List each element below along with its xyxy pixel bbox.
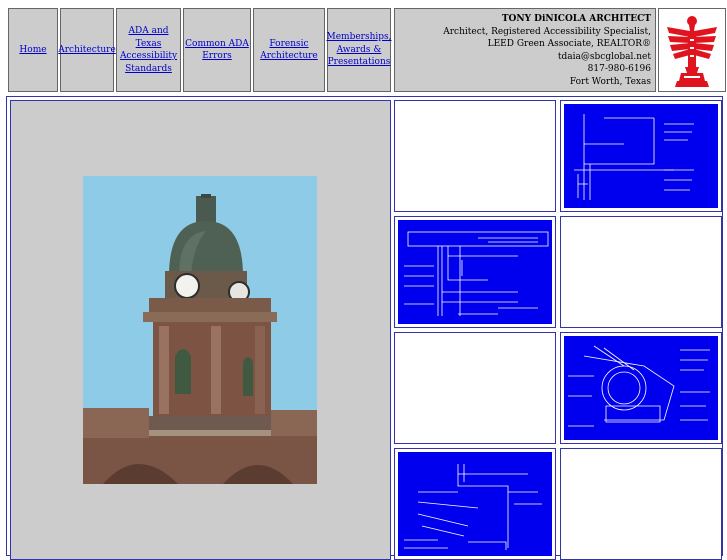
nav-cell-errors: Common ADA Errors (183, 8, 251, 92)
nav-memberships-line2: Awards & (336, 44, 382, 55)
nav-forensic-line2: Architecture (260, 51, 318, 61)
nav-link-home[interactable]: Home (19, 44, 46, 57)
nav-link-common-ada-errors[interactable]: Common ADA Errors (185, 38, 249, 63)
nav-link-forensic-architecture[interactable]: Forensic Architecture (260, 38, 318, 63)
nav-memberships-line1: Memberships, (326, 32, 392, 43)
architectural-drawing-2[interactable] (398, 220, 552, 324)
grid-cell-empty-2 (560, 216, 722, 328)
nav-forensic-line1: Forensic (269, 38, 309, 49)
grid-cell-empty-4 (560, 448, 722, 560)
nav-cell-architecture: Architecture (58, 8, 116, 92)
grid-cell-drawing-1 (560, 100, 722, 212)
aia-eagle-logo-icon (667, 16, 717, 87)
nav-cell-forensic: Forensic Architecture (253, 8, 325, 92)
nav-ada-line3: Accessibility (119, 51, 178, 61)
credentials-line1: Architect, Registered Accessibility Spec… (443, 26, 651, 37)
contact-location: Fort Worth, Texas (569, 76, 651, 87)
contact-phone: 817-980-6196 (587, 64, 651, 74)
nav-link-architecture[interactable]: Architecture (58, 44, 116, 57)
nav-ada-line1: ADA and (128, 26, 169, 36)
nav-cell-ada: ADA and Texas Accessibility Standards (116, 8, 181, 92)
grid-cell-drawing-4 (394, 448, 556, 560)
nav-ada-line2: Texas (135, 38, 162, 49)
grid-cell-drawing-2 (394, 216, 556, 328)
logo-cell (658, 8, 726, 92)
courthouse-tower-photo (83, 176, 317, 484)
contact-email: tdaia@sbcglobal.net (557, 51, 651, 62)
architectural-drawing-1[interactable] (564, 104, 718, 208)
nav-errors-line2: Errors (202, 51, 232, 61)
nav-link-memberships[interactable]: Memberships, Awards & Presentations (327, 31, 392, 69)
grid-cell-empty-3 (394, 332, 556, 444)
nav-cell-home: Home (8, 8, 58, 92)
grid-cell-drawing-3 (560, 332, 722, 444)
nav-link-ada-standards[interactable]: ADA and Texas Accessibility Standards (120, 25, 177, 75)
contact-info: TONY DiNICOLA ARCHITECT Architect, Regis… (394, 8, 656, 92)
nav-ada-line4: Standards (125, 63, 172, 74)
architect-name: TONY DiNICOLA ARCHITECT (501, 14, 651, 24)
nav-cell-memberships: Memberships, Awards & Presentations (327, 8, 392, 92)
nav-errors-line1: Common ADA (185, 38, 249, 49)
grid-cell-empty-1 (394, 100, 556, 212)
nav-memberships-line3: Presentations (327, 57, 391, 68)
architectural-drawing-3[interactable] (564, 336, 718, 440)
architectural-drawing-4[interactable] (398, 452, 552, 556)
credentials-line2: LEED Green Associate, REALTOR® (487, 39, 651, 49)
